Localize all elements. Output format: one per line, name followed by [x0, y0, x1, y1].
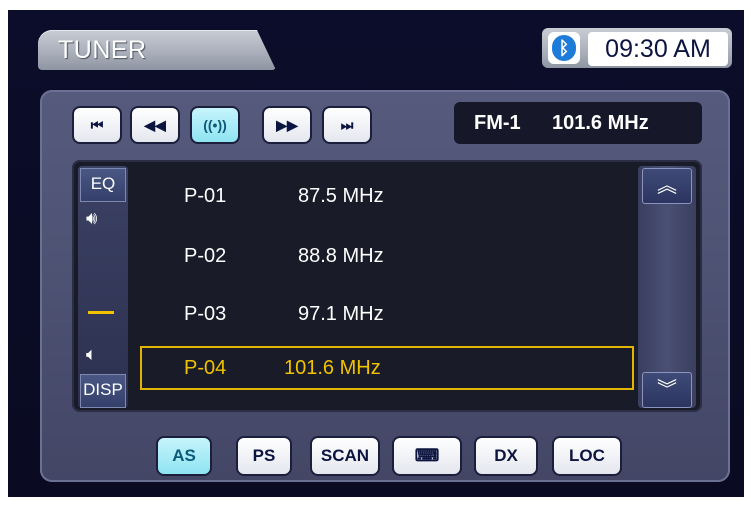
volume-level-indicator	[88, 311, 114, 314]
volume-up-icon[interactable]: 🔊︎	[86, 208, 97, 229]
bluetooth-icon: ᛒ	[548, 32, 580, 64]
antenna-button[interactable]: ((•))	[190, 106, 240, 144]
preset-number: P-04	[184, 357, 227, 379]
rewind-icon: ◀◀	[144, 117, 166, 133]
ps-button[interactable]: PS	[236, 436, 292, 476]
list-item-selected[interactable]: P-04 101.6 MHz	[140, 346, 634, 390]
preset-number: P-03	[184, 303, 227, 325]
fast-forward-button[interactable]: ▶▶	[262, 106, 312, 144]
preset-frequency: 87.5 MHz	[298, 185, 384, 207]
volume-down-icon[interactable]: 🔈︎	[86, 344, 97, 365]
keyboard-icon: ⌨	[414, 446, 440, 465]
list-item[interactable]: P-02 88.8 MHz	[140, 234, 634, 278]
disp-button[interactable]: DISP	[80, 374, 126, 408]
scan-button[interactable]: SCAN	[310, 436, 380, 476]
page-title: TUNER	[58, 36, 147, 64]
fast-forward-icon: ▶▶	[276, 117, 298, 133]
scroll-down-button[interactable]: ︾	[642, 372, 692, 408]
list-item[interactable]: P-03 97.1 MHz	[140, 292, 634, 336]
loc-button[interactable]: LOC	[552, 436, 622, 476]
as-button[interactable]: AS	[156, 436, 212, 476]
antenna-icon: ((•))	[203, 117, 227, 133]
chevron-up-icon: ︽	[657, 175, 677, 197]
skip-forward-button[interactable]: ⏭	[322, 106, 372, 144]
dx-button[interactable]: DX	[474, 436, 538, 476]
skip-back-icon: ⏮	[90, 117, 104, 133]
frequency-value: 101.6 MHz	[552, 112, 649, 134]
scroll-up-button[interactable]: ︽	[642, 168, 692, 204]
eq-button[interactable]: EQ	[80, 168, 126, 202]
preset-number: P-02	[184, 245, 227, 267]
preset-frequency: 88.8 MHz	[298, 245, 384, 267]
band-label: FM-1	[474, 112, 521, 134]
preset-frequency: 97.1 MHz	[298, 303, 384, 325]
frequency-display: FM-1 101.6 MHz	[454, 102, 702, 144]
rewind-button[interactable]: ◀◀	[130, 106, 180, 144]
skip-forward-icon: ⏭	[340, 117, 354, 133]
preset-frequency: 101.6 MHz	[284, 357, 381, 379]
skip-back-button[interactable]: ⏮	[72, 106, 122, 144]
preset-number: P-01	[184, 185, 227, 207]
keyboard-button[interactable]: ⌨	[392, 436, 462, 476]
chevron-down-icon: ︾	[657, 379, 677, 401]
clock-time: 09:30 AM	[588, 32, 728, 66]
list-item[interactable]: P-01 87.5 MHz	[140, 174, 634, 218]
side-bar	[78, 166, 128, 408]
